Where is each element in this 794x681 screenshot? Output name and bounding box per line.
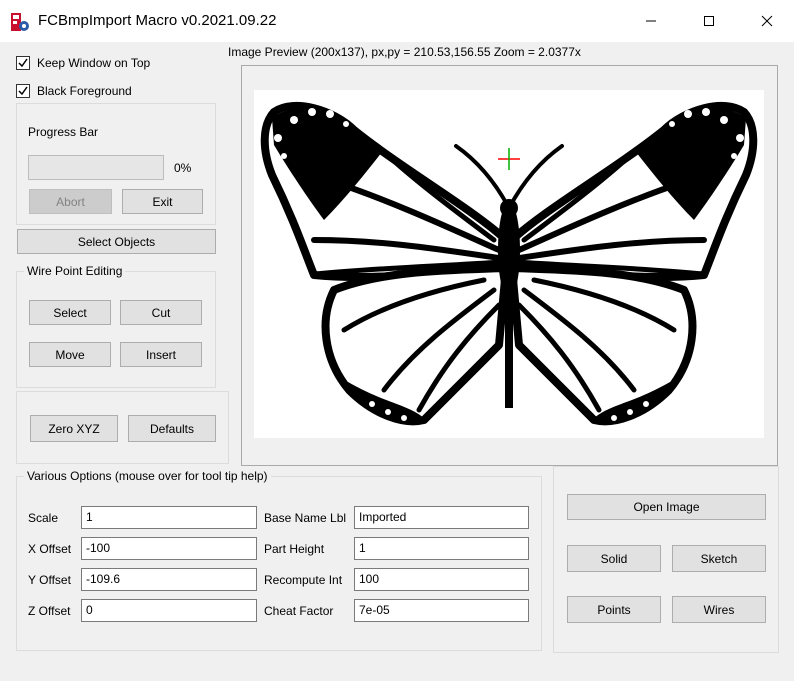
keep-on-top-checkbox[interactable]: Keep Window on Top <box>16 56 150 70</box>
z-offset-label: Z Offset <box>28 604 71 618</box>
wires-button[interactable]: Wires <box>672 596 766 623</box>
close-icon <box>761 15 773 27</box>
black-foreground-label: Black Foreground <box>37 84 132 98</box>
z-offset-input[interactable]: 0 <box>81 599 257 622</box>
progress-title: Progress Bar <box>28 125 99 139</box>
window-title: FCBmpImport Macro v0.2021.09.22 <box>38 12 277 29</box>
recompute-int-input[interactable]: 100 <box>354 568 529 591</box>
part-height-input[interactable]: 1 <box>354 537 529 560</box>
cheat-factor-input[interactable]: 7e-05 <box>354 599 529 622</box>
title-bar[interactable]: FCBmpImport Macro v0.2021.09.22 <box>0 0 794 42</box>
wire-editing-title: Wire Point Editing <box>24 264 126 278</box>
minimize-icon <box>646 20 656 22</box>
checkmark-icon <box>18 58 28 68</box>
image-preview-label: Image Preview (200x137), px,py = 210.53,… <box>228 45 581 59</box>
progress-bar <box>28 155 164 180</box>
x-offset-label: X Offset <box>28 542 72 556</box>
sketch-button[interactable]: Sketch <box>672 545 766 572</box>
close-button[interactable] <box>742 0 792 42</box>
checkmark-icon <box>18 86 28 96</box>
scale-label: Scale <box>28 511 59 525</box>
various-options-group <box>16 476 542 651</box>
base-name-label: Base Name Lbl <box>264 511 347 525</box>
checkbox-box[interactable] <box>16 56 30 70</box>
maximize-button[interactable] <box>684 0 734 42</box>
wire-select-button[interactable]: Select <box>29 300 111 325</box>
wire-cut-button[interactable]: Cut <box>120 300 202 325</box>
wire-insert-button[interactable]: Insert <box>120 342 202 367</box>
exit-button[interactable]: Exit <box>122 189 203 214</box>
various-options-title: Various Options (mouse over for tool tip… <box>24 469 271 483</box>
x-offset-input[interactable]: -100 <box>81 537 257 560</box>
solid-button[interactable]: Solid <box>567 545 661 572</box>
black-foreground-checkbox[interactable]: Black Foreground <box>16 84 132 98</box>
points-button[interactable]: Points <box>567 596 661 623</box>
checkbox-box[interactable] <box>16 84 30 98</box>
progress-percent: 0% <box>174 161 192 175</box>
base-name-input[interactable]: Imported <box>354 506 529 529</box>
select-objects-button[interactable]: Select Objects <box>17 229 216 254</box>
wire-editing-group <box>16 271 216 388</box>
zero-xyz-button[interactable]: Zero XYZ <box>30 415 118 442</box>
keep-on-top-label: Keep Window on Top <box>37 56 151 70</box>
open-image-button[interactable]: Open Image <box>567 494 766 520</box>
maximize-icon <box>704 16 714 26</box>
part-height-label: Part Height <box>264 542 325 556</box>
minimize-button[interactable] <box>626 0 676 42</box>
y-offset-input[interactable]: -109.6 <box>81 568 257 591</box>
y-offset-label: Y Offset <box>28 573 71 587</box>
image-preview-canvas[interactable] <box>254 90 764 438</box>
wire-move-button[interactable]: Move <box>29 342 111 367</box>
abort-button[interactable]: Abort <box>29 189 112 214</box>
freecad-app-icon <box>11 13 29 31</box>
scale-input[interactable]: 1 <box>81 506 257 529</box>
defaults-button[interactable]: Defaults <box>128 415 216 442</box>
cheat-factor-label: Cheat Factor <box>264 604 334 618</box>
butterfly-image <box>260 101 758 426</box>
recompute-int-label: Recompute Int <box>264 573 343 587</box>
